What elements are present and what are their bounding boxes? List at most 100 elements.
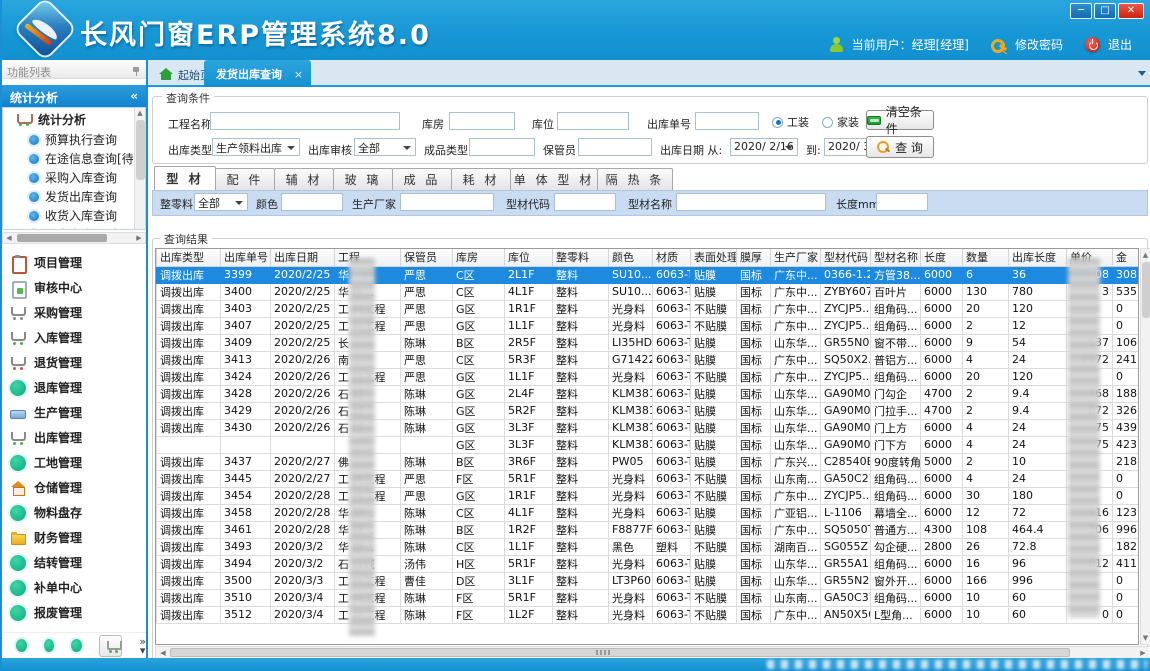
table-row[interactable]: 调拨出库34292020/2/26石 城陈琳G区5R2F整料KLM3817606… [157,402,1140,419]
tab-overflow-dropdown-icon[interactable] [1138,71,1146,76]
table-row[interactable]: 调拨出库34942020/3/2石 辉城汤伟H区5R1F整料光身料6063-T5… [157,555,1140,572]
module-item[interactable]: 入库管理 [2,325,146,350]
outbound-type-select[interactable]: 生产领料出库 [212,138,300,156]
column-header[interactable]: 长度 [921,249,963,266]
module-item[interactable]: 审核中心 [2,275,146,300]
radio-home[interactable]: 家装 [822,114,859,130]
collapse-icon[interactable]: « [130,89,138,103]
sidebar-quick-button[interactable] [71,639,82,652]
tree-item-预算执行查询[interactable]: 预算执行查询 [3,130,145,149]
table-row[interactable]: 调拨出库34452020/2/27工 共工程严思F区5R1F整料光身料6063-… [157,470,1140,487]
project-name-input[interactable] [210,112,400,130]
column-header[interactable]: 颜色 [609,249,653,266]
date-from-picker[interactable]: 2020/ 2/16 [730,138,798,156]
scroll-down-icon[interactable]: ▼ [1141,632,1150,644]
whole-part-select[interactable]: 全部 [194,193,248,211]
logout-link[interactable]: 退出 [1108,36,1132,53]
table-row[interactable]: 调拨出库35102020/3/4工 共工程陈琳F区5R1F整料光身料6063-T… [157,589,1140,606]
minimize-button[interactable]: ─ [1070,3,1092,19]
column-header[interactable]: 库位 [505,249,553,266]
column-header[interactable]: 表面处理 [691,249,737,266]
table-vertical-scrollbar[interactable]: ▲ ▼ [1140,248,1150,645]
module-item[interactable]: 财务管理 [2,525,146,550]
module-item[interactable]: 工地管理 [2,450,146,475]
module-item[interactable]: 补单中心 [2,575,146,600]
radio-workwear[interactable]: 工装 [772,114,809,130]
scrollbar-thumb[interactable] [1142,262,1150,318]
table-row[interactable]: 调拨出库34612020/2/28华 原...陈琳B区1R2F整料F8877FT… [157,521,1140,538]
color-input[interactable] [281,193,343,211]
column-header[interactable]: 材质 [653,249,691,266]
scroll-left-icon[interactable]: ◀ [3,233,15,243]
scroll-up-icon[interactable]: ▲ [1141,249,1150,261]
tree-item-在途信息查询待[interactable]: 在途信息查询[待 [3,149,145,168]
table-row[interactable]: 调拨出库34242020/2/26工 共工程严思G区1L1F整料光身料6063-… [157,368,1140,385]
column-header[interactable]: 生产厂家 [771,249,821,266]
module-item[interactable]: 退库管理 [2,375,146,400]
module-item[interactable]: 结转管理 [2,550,146,575]
tree-vertical-scrollbar[interactable]: ▲ [134,108,145,229]
scrollbar-thumb[interactable] [17,234,107,242]
sidebar-overflow-button[interactable]: »▾ [139,637,146,655]
material-tab[interactable]: 配 件 [215,168,275,190]
location-input[interactable] [557,112,629,130]
scroll-left-icon[interactable]: ◀ [157,648,169,658]
table-row[interactable]: 调拨出库33992020/2/25华 原...严思C区2L1F整料SU10...… [157,266,1140,283]
column-header[interactable]: 库房 [453,249,505,266]
audit-select[interactable]: 全部 [354,138,416,156]
material-tab[interactable]: 耗 材 [451,168,511,190]
scroll-up-icon[interactable]: ▲ [135,108,145,119]
material-tab[interactable]: 单 体 型 材 [510,168,598,190]
table-row[interactable]: 调拨出库34582020/2/28华 原...陈琳C区4L1F整料光身料6063… [157,504,1140,521]
order-no-input[interactable] [695,112,759,130]
table-row[interactable]: 调拨出库35122020/3/4工 共工程陈琳F区1L2F整料光身料6063-T… [157,606,1140,623]
scroll-right-icon[interactable]: ▶ [133,233,145,243]
warehouse-input[interactable] [449,112,515,130]
column-header[interactable]: 金 [1113,249,1140,266]
sidebar-quick-button[interactable] [16,639,27,652]
module-item[interactable]: 退货管理 [2,350,146,375]
search-button[interactable]: 查 询 [866,136,934,158]
tree-item-收货入库查询[interactable]: 收货入库查询 [3,206,145,225]
material-tab[interactable]: 成 品 [392,168,452,190]
factory-input[interactable] [400,193,494,211]
column-header[interactable]: 出库长度 [1009,249,1067,266]
section-header[interactable]: 统计分析 « [2,85,146,107]
scroll-right-icon[interactable]: ▶ [1137,648,1149,658]
column-header[interactable]: 型材代码 [821,249,871,266]
material-tab[interactable]: 辅 材 [274,168,334,190]
material-tab[interactable]: 玻 璃 [333,168,393,190]
tree-item-采购入库查询[interactable]: 采购入库查询 [3,168,145,187]
column-header[interactable]: 出库类型 [157,249,221,266]
material-tab[interactable]: 隔 热 条 [597,168,673,190]
module-item[interactable]: 生产管理 [2,400,146,425]
tree-item-发货出库查询[interactable]: 发货出库查询 [3,187,145,206]
table-row[interactable]: 调拨出库34282020/2/26石 城陈琳G区2L4F整料KLM3817606… [157,385,1140,402]
table-row[interactable]: 调拨出库34542020/2/28工 共工程严思G区1R1F整料光身料6063-… [157,487,1140,504]
table-row[interactable]: 调拨出库34092020/2/25长 ...陈琳B区2R5F整料LI35HD60… [157,334,1140,351]
table-row[interactable]: 调拨出库34302020/2/26石 城陈琳G区3L3F整料KLM3817606… [157,419,1140,436]
table-row[interactable]: 调拨出库34132020/2/26南 ...严思C区5R3F整料G7142260… [157,351,1140,368]
column-header[interactable]: 数量 [963,249,1009,266]
module-item[interactable]: 项目管理 [2,250,146,275]
close-button[interactable]: ✕ [1118,3,1144,19]
table-row[interactable]: 调拨出库34372020/2/27佛 ...陈琳B区3R6F整料PW056063… [157,453,1140,470]
clear-conditions-button[interactable]: 清空条件 [866,110,934,130]
column-header[interactable]: 整零料 [553,249,609,266]
tab-close-icon[interactable]: × [294,68,303,81]
table-row[interactable]: 调拨出库34032020/2/25工 共工程严思G区1R1F整料光身料6063-… [157,300,1140,317]
module-item[interactable]: 采购管理 [2,300,146,325]
column-header[interactable]: 型材名称 [871,249,921,266]
change-password-link[interactable]: 修改密码 [1015,36,1063,53]
table-row[interactable]: 调拨出库34072020/2/25工 共工程严思G区1L1F整料光身料6063-… [157,317,1140,334]
table-row[interactable]: 调拨出库34002020/2/25华 原...严思C区4L1F整料SU10...… [157,283,1140,300]
scrollbar-thumb[interactable] [170,648,1070,657]
tab-shipping-query[interactable]: 发货出库查询 × [204,60,311,87]
profile-name-input[interactable] [676,193,826,211]
profile-code-input[interactable] [554,193,616,211]
sidebar-cart-button[interactable] [99,635,122,657]
table-row[interactable]: G区3L3F整料KLM38176063-T5贴膜国标山东华...GA90M09.… [157,436,1140,453]
length-input[interactable] [876,193,928,211]
sidebar-quick-button[interactable] [44,639,55,652]
tree-root-node[interactable]: 统计分析 [3,108,145,130]
